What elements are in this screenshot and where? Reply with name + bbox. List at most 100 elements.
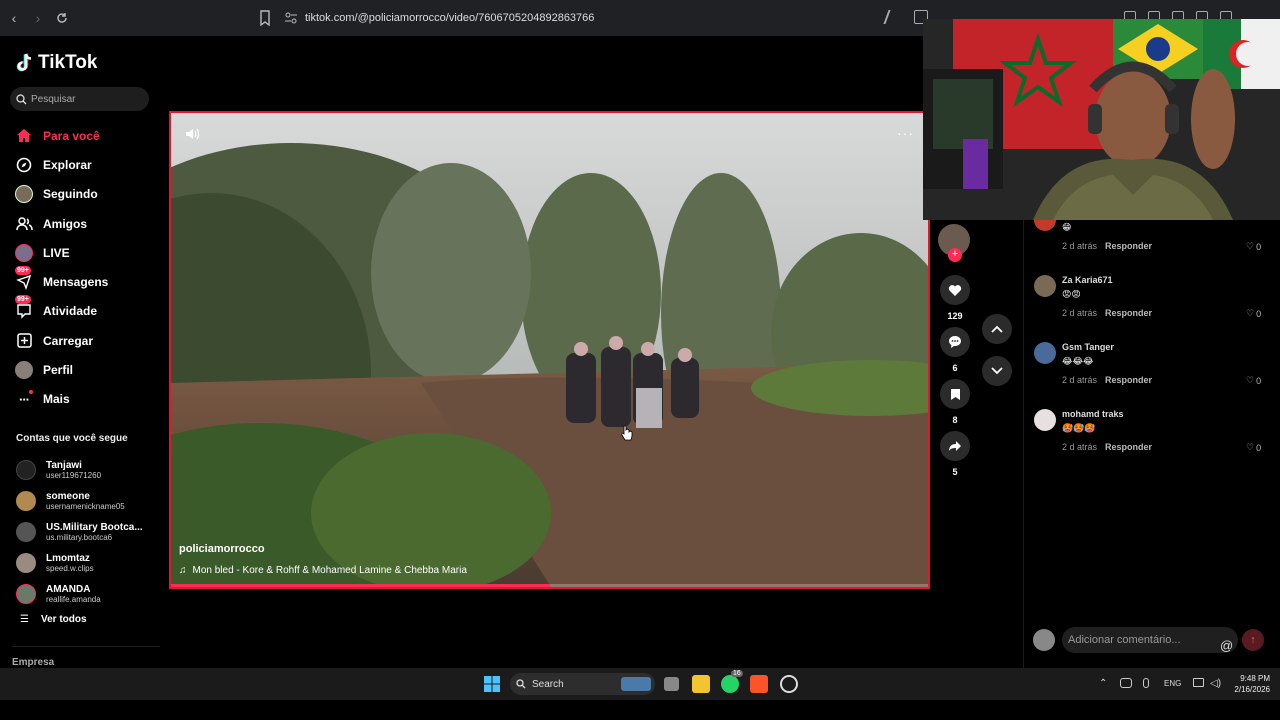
comment-like-count: 0 [1256, 241, 1262, 252]
friends-icon [15, 215, 33, 233]
site-settings-icon[interactable] [284, 11, 298, 25]
video-player[interactable]: ··· policiamorrocco ♫ Mon bled - Kore & … [169, 111, 930, 589]
following-account[interactable]: Lmomtaz speed.w.clips [16, 547, 143, 578]
previous-video-button[interactable] [982, 314, 1012, 344]
nav-item-live[interactable]: LIVE [15, 238, 160, 267]
nav-item-atividade[interactable]: 99+ Atividade [15, 295, 160, 326]
avatar[interactable] [1034, 342, 1056, 364]
comment-input[interactable]: Adicionar comentário... @ [1062, 627, 1257, 653]
comment-like-count: 0 [1256, 375, 1262, 386]
chevron-up-icon[interactable]: ⌃ [1099, 678, 1107, 689]
messages-icon: 99+ [15, 266, 33, 291]
video-progress-bar[interactable] [171, 584, 928, 587]
address-bar[interactable]: tiktok.com/@policiamorrocco/video/760670… [305, 12, 594, 24]
microphone-icon[interactable] [1143, 678, 1149, 688]
compass-icon [15, 156, 33, 174]
video-frame [171, 113, 928, 587]
volume-icon[interactable] [185, 127, 201, 141]
taskbar-search[interactable]: Search [510, 673, 655, 695]
following-account[interactable]: US.Military Bootca... us.military.bootca6 [16, 516, 143, 547]
comment-button[interactable] [940, 327, 970, 357]
nav-item-carregar[interactable]: Carregar [15, 326, 160, 355]
translate-icon[interactable] [883, 10, 903, 24]
more-options-icon[interactable]: ··· [897, 125, 914, 141]
system-clock[interactable]: 9:48 PM 2/16/2026 [1226, 673, 1270, 695]
video-author[interactable]: policiamorrocco [179, 543, 265, 555]
back-icon[interactable]: ‹ [4, 8, 24, 28]
comment-time: 2 d atrás [1062, 241, 1098, 251]
comment-like-button[interactable]: ♡ 0 [1246, 375, 1261, 386]
send-comment-button[interactable]: ↑ [1242, 629, 1264, 651]
reload-icon[interactable] [52, 8, 72, 28]
account-name: Tanjawi [46, 459, 82, 471]
nav-item-mais[interactable]: ··· Mais [15, 385, 160, 414]
clock-time: 9:48 PM [1240, 674, 1270, 683]
search-input[interactable]: Pesquisar [10, 87, 149, 111]
tray-app-icon[interactable] [1120, 678, 1132, 688]
following-account[interactable]: AMANDA reallife.amanda [16, 578, 143, 609]
following-account[interactable]: Tanjawi user119671260 [16, 454, 143, 485]
music-title: Mon bled - Kore & Rohff & Mohamed Lamine… [192, 565, 467, 576]
comment-author[interactable]: mohamd traks [1062, 409, 1124, 419]
nav-label: Mais [43, 392, 70, 407]
tiktok-logo[interactable]: TikTok [16, 52, 97, 74]
mention-icon[interactable]: @ [1220, 633, 1233, 659]
forward-icon[interactable]: › [28, 8, 48, 28]
account-username: usernamenickname05 [46, 501, 125, 511]
follow-plus-icon[interactable]: + [948, 248, 962, 262]
avatar[interactable] [1034, 275, 1056, 297]
share-button[interactable] [940, 431, 970, 461]
comment-like-button[interactable]: ♡ 0 [1246, 308, 1261, 319]
heart-outline-icon: ♡ [1246, 308, 1255, 318]
share-arrow-icon [949, 441, 961, 451]
task-view-icon[interactable] [664, 677, 679, 691]
taskbar-search-label: Search [532, 678, 564, 690]
like-button[interactable] [940, 275, 970, 305]
file-explorer-icon[interactable] [692, 675, 710, 693]
bottom-strip [0, 700, 1280, 720]
language-indicator[interactable]: ENG [1164, 679, 1181, 688]
nav-item-amigos[interactable]: Amigos [15, 209, 160, 238]
avatar [16, 583, 36, 604]
windows-start-icon[interactable] [484, 676, 500, 692]
windows-taskbar: Search 16 ⌃ ENG ◁) 9:48 PM 2/16/2026 [0, 668, 1280, 700]
nav-item-seguindo[interactable]: Seguindo [15, 180, 160, 209]
reply-button[interactable]: Responder [1105, 375, 1152, 385]
reply-button[interactable]: Responder [1105, 308, 1152, 318]
avatar[interactable] [1034, 409, 1056, 431]
comment-like-button[interactable]: ♡ 0 [1246, 241, 1261, 252]
nav-label: Atividade [43, 304, 98, 319]
reply-button[interactable]: Responder [1105, 241, 1152, 251]
browser-extension-icons [883, 10, 928, 24]
bookmark-icon[interactable] [258, 10, 272, 26]
following-account[interactable]: someone usernamenickname05 [16, 485, 143, 516]
next-video-button[interactable] [982, 356, 1012, 386]
comment-like-button[interactable]: ♡ 0 [1246, 442, 1261, 453]
heart-outline-icon: ♡ [1246, 241, 1255, 251]
reply-button[interactable]: Responder [1105, 442, 1152, 452]
webcam-feed [923, 19, 1280, 220]
clock-date: 2/16/2026 [1234, 685, 1270, 694]
divider [12, 646, 160, 647]
nav-label: Para você [43, 128, 100, 143]
volume-icon[interactable]: ◁) [1210, 678, 1221, 689]
nav-item-mensagens[interactable]: 99+ Mensagens [15, 266, 160, 296]
see-all-button[interactable]: ☰ Ver todos [20, 614, 87, 625]
whatsapp-icon[interactable]: 16 [721, 670, 743, 693]
video-music[interactable]: ♫ Mon bled - Kore & Rohff & Mohamed Lami… [179, 565, 467, 576]
comment-author[interactable]: Za Karia671 [1062, 275, 1113, 285]
nav-item-explorar[interactable]: Explorar [15, 150, 160, 179]
comment-author[interactable]: Gsm Tanger [1062, 342, 1114, 352]
company-link[interactable]: Empresa [12, 657, 54, 668]
search-highlight-icon [621, 677, 651, 691]
brave-browser-icon[interactable] [750, 675, 768, 693]
app-icon[interactable] [780, 675, 798, 693]
following-avatar-icon [15, 185, 33, 204]
nav-label: Explorar [43, 157, 92, 172]
avatar [16, 490, 36, 511]
messages-badge: 99+ [15, 266, 31, 276]
nav-item-para-voce[interactable]: Para você [15, 121, 160, 150]
nav-item-perfil[interactable]: Perfil [15, 355, 160, 384]
save-button[interactable] [940, 379, 970, 409]
network-icon[interactable] [1193, 678, 1204, 687]
